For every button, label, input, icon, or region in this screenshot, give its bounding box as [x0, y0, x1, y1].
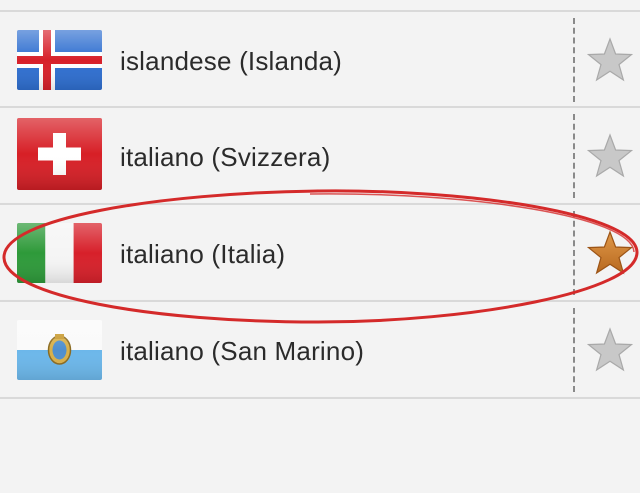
- language-label: italiano (Svizzera): [120, 142, 331, 172]
- language-list: islandese (Islanda) italiano (Svizzera) …: [0, 0, 640, 493]
- star-icon[interactable]: [586, 326, 634, 374]
- divider: [573, 114, 575, 198]
- list-item-partial-bottom[interactable]: [0, 397, 640, 493]
- italy-flag-icon: [17, 223, 102, 283]
- language-label: islandese (Islanda): [120, 46, 343, 76]
- list-item-italiano-svizzera[interactable]: italiano (Svizzera): [0, 106, 640, 202]
- divider: [573, 18, 575, 102]
- list-item-islandese-islanda[interactable]: islandese (Islanda): [0, 10, 640, 106]
- star-icon[interactable]: [586, 132, 634, 180]
- language-label: italiano (San Marino): [120, 336, 365, 366]
- language-label: italiano (Italia): [120, 239, 286, 269]
- divider: [573, 211, 575, 295]
- star-active-icon[interactable]: [586, 229, 634, 277]
- iceland-flag-icon: [17, 30, 102, 90]
- san-marino-flag-icon: [17, 320, 102, 380]
- star-icon[interactable]: [586, 36, 634, 84]
- list-item-partial-top[interactable]: [0, 0, 640, 10]
- divider: [573, 308, 575, 392]
- list-item-italiano-italia[interactable]: italiano (Italia): [0, 203, 640, 299]
- list-item-italiano-san-marino[interactable]: italiano (San Marino): [0, 300, 640, 396]
- switzerland-flag-icon: [17, 118, 102, 190]
